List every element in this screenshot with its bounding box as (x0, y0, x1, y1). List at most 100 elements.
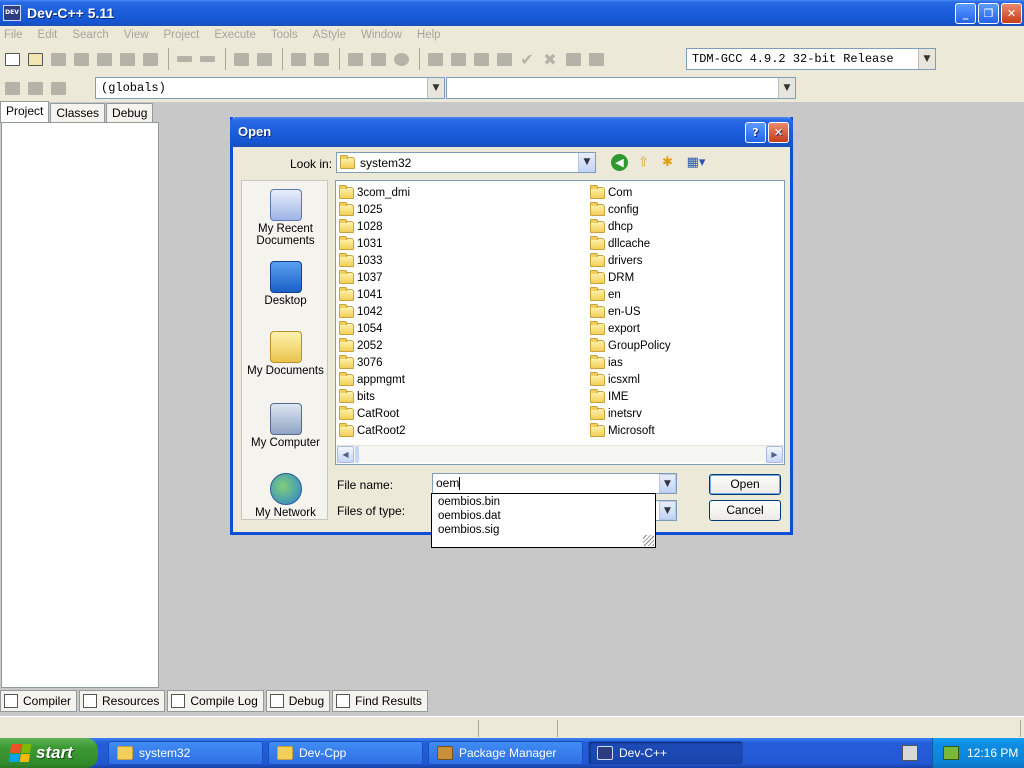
menu-edit[interactable]: Edit (38, 29, 58, 41)
autocomplete-item[interactable]: oembios.sig (438, 523, 655, 537)
chevron-down-icon[interactable]: ▼ (427, 78, 444, 98)
scroll-right-icon[interactable]: ▶ (766, 446, 783, 463)
back-arrow-icon[interactable]: ◀ (611, 154, 628, 171)
folder-item[interactable]: GroupPolicy (590, 337, 671, 354)
file-name-input[interactable]: oem (432, 473, 677, 494)
save-all-button[interactable] (71, 50, 91, 68)
tab-find-results[interactable]: Find Results (332, 690, 428, 712)
stop-icon[interactable]: ✖ (540, 50, 560, 69)
close-file-button[interactable] (94, 50, 114, 68)
tab-compile-log[interactable]: Compile Log (167, 690, 264, 712)
minimize-button[interactable]: _ (955, 3, 976, 24)
look-in-select[interactable]: system32 ▼ (336, 152, 596, 173)
menu-project[interactable]: Project (164, 29, 200, 41)
folder-item[interactable]: export (590, 320, 640, 337)
tab-compiler[interactable]: Compiler (0, 690, 78, 712)
print-button[interactable] (140, 50, 160, 68)
dialog-close-button[interactable]: ✕ (768, 122, 789, 143)
task-dev-cpp[interactable]: Dev-C++ (588, 741, 743, 765)
folder-item[interactable]: Microsoft (590, 422, 655, 439)
indent-button[interactable] (345, 50, 365, 68)
redo-icon[interactable] (197, 50, 217, 68)
find-button[interactable] (231, 50, 251, 68)
cancel-button[interactable]: Cancel (709, 500, 781, 521)
folder-item[interactable]: 1025 (339, 201, 383, 218)
task-system32[interactable]: system32 (108, 741, 263, 765)
folder-item[interactable]: config (590, 201, 639, 218)
chevron-down-icon[interactable]: ▼ (778, 78, 795, 98)
folder-item[interactable]: 1042 (339, 303, 383, 320)
menu-execute[interactable]: Execute (214, 29, 256, 41)
place-my-computer[interactable]: My Computer (242, 403, 329, 449)
delete-profile-button[interactable] (586, 50, 606, 68)
folder-item[interactable]: 2052 (339, 337, 383, 354)
place-my-documents[interactable]: My Documents (242, 331, 329, 377)
chevron-down-icon[interactable]: ▼ (918, 49, 935, 69)
member-select[interactable]: ▼ (446, 77, 796, 99)
menu-search[interactable]: Search (72, 29, 108, 41)
scroll-left-icon[interactable]: ◀ (337, 446, 354, 463)
folder-item[interactable]: DRM (590, 269, 634, 286)
folder-item[interactable]: CatRoot2 (339, 422, 406, 439)
folder-item[interactable]: 1033 (339, 252, 383, 269)
compile-run-button[interactable] (471, 50, 491, 68)
open-file-button[interactable] (25, 50, 45, 68)
place-desktop[interactable]: Desktop (242, 261, 329, 307)
save-button[interactable] (48, 50, 68, 68)
new-folder-icon[interactable]: ✱ (659, 154, 676, 171)
folder-item[interactable]: en (590, 286, 621, 303)
folder-item[interactable]: inetsrv (590, 405, 642, 422)
chevron-down-icon[interactable]: ▼ (659, 501, 676, 520)
check-icon[interactable]: ✔ (517, 50, 537, 69)
tab-debug-output[interactable]: Debug (265, 690, 331, 712)
folder-item[interactable]: dllcache (590, 235, 650, 252)
folder-item[interactable]: IME (590, 388, 628, 405)
view-menu-icon[interactable]: ▦▾ (683, 154, 709, 171)
task-dev-cpp-folder[interactable]: Dev-Cpp (268, 741, 423, 765)
menu-window[interactable]: Window (361, 29, 402, 41)
file-list[interactable]: 3com_dmi 1025 1028 1031 1033 1037 1041 1… (335, 180, 785, 465)
maximize-button[interactable]: ❐ (978, 3, 999, 24)
insert-button[interactable] (2, 79, 22, 97)
unindent-button[interactable] (368, 50, 388, 68)
folder-item[interactable]: appmgmt (339, 371, 405, 388)
toggle-comment-button[interactable] (391, 50, 411, 68)
folder-item[interactable]: ias (590, 354, 623, 371)
chevron-down-icon[interactable]: ▼ (659, 474, 676, 493)
keyboard-icon[interactable] (902, 745, 918, 761)
folder-item[interactable]: icsxml (590, 371, 640, 388)
folder-item[interactable]: 3076 (339, 354, 383, 371)
folder-item[interactable]: 1037 (339, 269, 383, 286)
close-button[interactable]: ✕ (1001, 3, 1022, 24)
compiler-select[interactable]: TDM-GCC 4.9.2 32-bit Release ▼ (686, 48, 936, 70)
chevron-down-icon[interactable]: ▼ (578, 153, 595, 172)
place-my-network[interactable]: My Network (242, 473, 329, 519)
tab-project[interactable]: Project (0, 101, 50, 123)
up-folder-icon[interactable]: ⇧ (635, 154, 652, 171)
rebuild-button[interactable] (494, 50, 514, 68)
task-package-manager[interactable]: Package Manager (428, 741, 583, 765)
folder-item[interactable]: Com (590, 184, 632, 201)
folder-item[interactable]: en-US (590, 303, 641, 320)
help-button[interactable]: ? (745, 122, 766, 143)
menu-tools[interactable]: Tools (271, 29, 298, 41)
profile-button[interactable] (563, 50, 583, 68)
start-button[interactable]: start (0, 738, 98, 768)
folder-item[interactable]: CatRoot (339, 405, 399, 422)
toggle-bookmark-button[interactable] (25, 79, 45, 97)
folder-item[interactable]: 1054 (339, 320, 383, 337)
network-tray-icon[interactable] (943, 746, 959, 760)
bookmark-button[interactable] (311, 50, 331, 68)
tab-resources[interactable]: Resources (79, 690, 166, 712)
menu-view[interactable]: View (124, 29, 149, 41)
goto-bookmark-button[interactable] (48, 79, 68, 97)
project-browser[interactable] (1, 122, 159, 688)
file-list-scrollbar[interactable]: ◀ ▶ (336, 445, 784, 463)
folder-item[interactable]: 1041 (339, 286, 383, 303)
menu-astyle[interactable]: AStyle (313, 29, 346, 41)
folder-item[interactable]: bits (339, 388, 375, 405)
folder-item[interactable]: 1028 (339, 218, 383, 235)
dialog-titlebar[interactable]: Open ? ✕ (230, 117, 793, 147)
menu-file[interactable]: File (4, 29, 23, 41)
run-button[interactable] (448, 50, 468, 68)
